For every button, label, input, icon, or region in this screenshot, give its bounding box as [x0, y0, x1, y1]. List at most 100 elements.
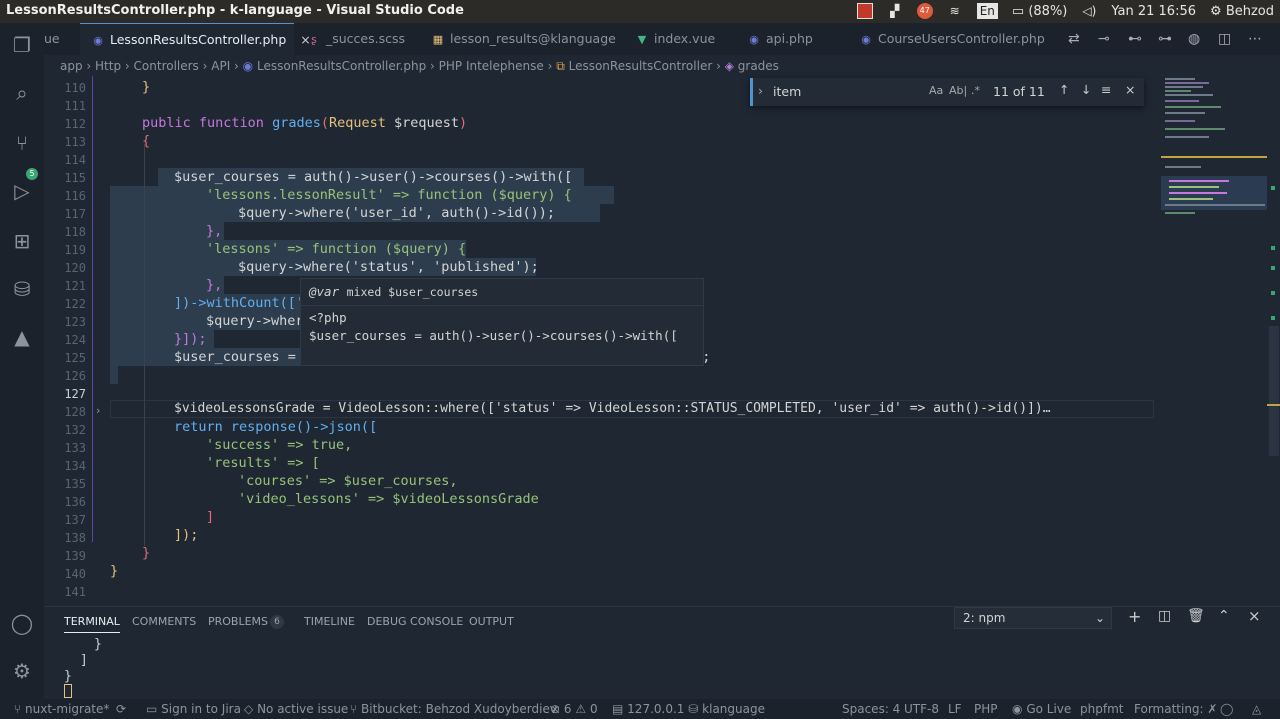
phpfmt[interactable]: phpfmt [1080, 699, 1123, 719]
editor-scrollbar[interactable] [1267, 76, 1280, 606]
close-icon[interactable]: × [1125, 82, 1135, 97]
compare-icon[interactable]: ⇄ [1068, 31, 1080, 47]
tab-partial[interactable]: ue [44, 23, 78, 55]
git-commit-icon[interactable]: ⊸ [1098, 31, 1110, 47]
tab-label: _succes.scss [326, 31, 406, 46]
indentation[interactable]: Spaces: 4 [842, 699, 900, 719]
vue-icon: ▼ [637, 33, 647, 46]
breadcrumb-item[interactable]: PHP Intelephense [439, 59, 544, 73]
find-input[interactable]: item [773, 84, 801, 99]
breadcrumb-item[interactable]: app [60, 59, 83, 73]
explorer-icon[interactable]: ❐ [10, 33, 34, 57]
tab-index-vue[interactable]: ▼ index.vue [636, 23, 736, 55]
language-mode[interactable]: PHP [974, 699, 998, 719]
account-icon[interactable]: ◯ [1220, 699, 1233, 719]
jira-label: Sign in to Jira [161, 702, 241, 716]
tab-debug-console[interactable]: DEBUG CONSOLE [367, 611, 463, 633]
extensions-icon[interactable]: ⊞ [10, 229, 34, 253]
git-branch-icon: ⑂ [14, 702, 22, 716]
db-connection[interactable]: ▤ 127.0.0.1 ⛁ klanguage [612, 699, 765, 719]
tab-terminal[interactable]: TERMINAL [64, 611, 120, 633]
tab-api-php[interactable]: ◉ api.php [748, 23, 848, 55]
terminal-line: } [64, 669, 72, 684]
account-icon[interactable]: ◯ [10, 611, 34, 635]
line-number: 127 [64, 387, 86, 401]
run-debug-icon[interactable]: ▷ [10, 179, 34, 203]
tab-lesson-results-controller[interactable]: ◉ LessonResultsController.php × [80, 23, 311, 55]
minimap[interactable] [1155, 76, 1267, 276]
breadcrumb-item[interactable]: grades [738, 59, 779, 73]
split-editor-icon[interactable]: ◫ [1218, 31, 1231, 47]
match-case-toggle[interactable]: Aa [929, 84, 943, 97]
breadcrumb-item[interactable]: API [211, 59, 230, 73]
database-icon[interactable]: ⛁ [10, 277, 34, 301]
chevron-up-icon[interactable]: ⌃ [1218, 608, 1230, 624]
timeline-icon[interactable]: ◍ [1188, 31, 1200, 47]
code-line: $query->wher [206, 313, 304, 329]
bitbucket[interactable]: ⑂ Bitbucket: Behzod Xudoyberdiev: [350, 699, 560, 719]
tab-output[interactable]: OUTPUT [469, 611, 514, 633]
gear-icon: ⚙ [1210, 3, 1222, 19]
breadcrumb-item[interactable]: LessonResultsController.php [257, 59, 426, 73]
line-number: 141 [64, 585, 86, 599]
battery-indicator[interactable]: ▭ (88%) [1012, 4, 1067, 19]
chevron-right-icon[interactable]: › [758, 83, 763, 98]
window-title: LessonResultsController.php - k-language… [6, 3, 464, 18]
tab-timeline[interactable]: TIMELINE [304, 611, 355, 633]
go-live[interactable]: ◉ Go Live [1012, 699, 1071, 719]
bitbucket-label: Bitbucket: Behzod Xudoyberdiev: [361, 702, 561, 716]
jira-issue[interactable]: ◇ No active issue [244, 699, 348, 719]
tab-problems[interactable]: PROBLEMS [208, 611, 268, 633]
line-number: 116 [64, 189, 86, 203]
code-line: $videoLessonsGrade = VideoLesson::where(… [174, 401, 1051, 416]
trash-icon[interactable]: 🗑 [1187, 608, 1205, 624]
code-line: $query->where('user_id', auth()->id()); [238, 205, 555, 221]
encoding[interactable]: UTF-8 [904, 699, 939, 719]
find-in-selection-icon[interactable]: ≡ [1101, 82, 1111, 97]
line-number: 136 [64, 495, 86, 509]
class-icon: ⧉ [556, 59, 565, 73]
scroll-thumb[interactable] [1269, 326, 1279, 456]
git-branch[interactable]: ⑂ nuxt-migrate* [14, 699, 109, 719]
arrow-up-icon[interactable]: ↑ [1059, 82, 1069, 97]
breadcrumb-item[interactable]: LessonResultsController [569, 59, 713, 73]
regex-toggle[interactable]: .* [971, 84, 980, 97]
git-previous-icon[interactable]: ⊷ [1128, 31, 1142, 47]
breadcrumb-item[interactable]: Controllers [134, 59, 199, 73]
deploy-icon[interactable]: ▲ [10, 325, 34, 349]
jira-login[interactable]: ▭ Sign in to Jira [146, 699, 241, 719]
bell-icon[interactable]: ◬ [1252, 699, 1261, 719]
plus-icon[interactable]: + [1128, 607, 1141, 626]
scroll-marker [1271, 186, 1275, 190]
tab-succes-scss[interactable]: ʂ _succes.scss [308, 23, 420, 55]
sync-icon[interactable]: ⟳ [116, 699, 126, 719]
terminal-select[interactable]: 2: npm ⌄ [954, 607, 1112, 629]
end-of-line[interactable]: LF [948, 699, 962, 719]
close-icon[interactable]: × [1248, 607, 1261, 625]
settings-gear-icon[interactable]: ⚙ [10, 659, 34, 683]
code-line: public function grades(Request $request) [142, 115, 468, 131]
user-menu[interactable]: ⚙ Behzod [1210, 4, 1274, 19]
clock[interactable]: Yan 21 16:56 [1111, 4, 1196, 19]
more-actions-icon[interactable]: ⋯ [1248, 31, 1262, 47]
keyboard-layout[interactable]: En [976, 3, 998, 19]
arrow-down-icon[interactable]: ↓ [1081, 82, 1091, 97]
tab-comments[interactable]: COMMENTS [132, 611, 196, 633]
record-icon[interactable] [856, 3, 873, 19]
tab-lesson-results-table[interactable]: ▦ lesson_results@klanguage [432, 23, 622, 55]
fold-chevron-icon[interactable]: › [96, 404, 100, 417]
problems-summary[interactable]: ⊗ 6 ⚠ 0 [550, 699, 598, 719]
wifi-icon[interactable]: ≋ [947, 3, 963, 19]
tab-course-users-controller[interactable]: ◉ CourseUsersController.php [860, 23, 1050, 55]
git-next-icon[interactable]: ⊶ [1158, 31, 1172, 47]
formatting[interactable]: Formatting: ✗ [1134, 699, 1217, 719]
chrome-icon[interactable]: 47 [916, 3, 933, 19]
breadcrumb-item[interactable]: Http [95, 59, 121, 73]
volume-icon[interactable]: ◁) [1081, 3, 1097, 19]
terminal-line: } [94, 637, 102, 652]
signal-icon[interactable]: ▞ [887, 3, 903, 19]
source-control-icon[interactable]: ⑂ [10, 131, 34, 155]
whole-word-toggle[interactable]: Ab| [949, 84, 967, 97]
search-icon[interactable]: ⌕ [10, 81, 34, 105]
split-terminal-icon[interactable]: ◫ [1158, 608, 1171, 624]
